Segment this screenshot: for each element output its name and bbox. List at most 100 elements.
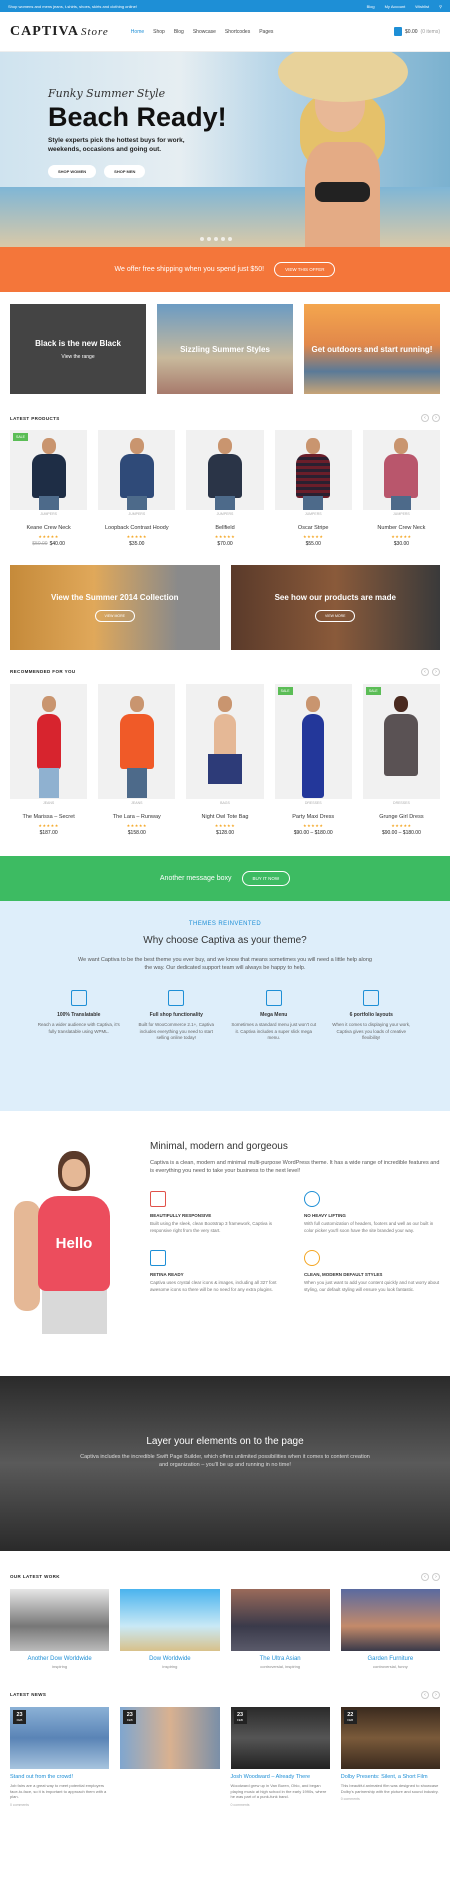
- product-name[interactable]: Keane Crew Neck: [10, 525, 87, 532]
- product-name[interactable]: Grunge Girl Dress: [363, 814, 440, 821]
- prev-arrow-icon[interactable]: ‹: [421, 667, 429, 676]
- next-arrow-icon[interactable]: ›: [432, 414, 440, 422]
- summer-collection-banner[interactable]: View the Summer 2014 Collection VIEW MORE: [10, 564, 220, 650]
- news-image[interactable]: 23 FEB: [230, 1706, 330, 1769]
- sale-badge: SALE: [365, 686, 381, 695]
- feature-item: 100% Translatable Reach a wider audience …: [36, 990, 121, 1042]
- feature-item: Full shop functionality Built for WooComm…: [134, 990, 219, 1042]
- recommended-products: JEANS The Marissa – Secret ★★★★★ $187.00…: [0, 676, 450, 844]
- cart-total: $0.00: [405, 28, 418, 35]
- slider-dots[interactable]: [200, 237, 232, 241]
- product-price: $158.00: [127, 829, 146, 836]
- next-arrow-icon[interactable]: ›: [432, 1572, 440, 1581]
- product-name[interactable]: Loopback Contrast Hoody: [98, 525, 175, 532]
- my-account-link[interactable]: My Account: [385, 4, 406, 9]
- cart[interactable]: $0.00 (0 items): [394, 27, 440, 36]
- news-image[interactable]: 23 FEB: [120, 1706, 220, 1769]
- product-name[interactable]: Oscar Stripe: [275, 525, 352, 532]
- layer-section: Layer your elements on to the page Capti…: [0, 1375, 450, 1551]
- product-card[interactable]: JEANS The Lara – Runway ★★★★★ $158.00: [98, 683, 176, 836]
- prev-arrow-icon[interactable]: ‹: [421, 1572, 429, 1581]
- product-card[interactable]: SALE JUMPERS Keane Crew Neck ★★★★★ $50.0…: [10, 430, 88, 547]
- product-image[interactable]: [186, 430, 264, 510]
- category-tiles: Black is the new Black View the range Siz…: [0, 292, 450, 406]
- tile-running[interactable]: Get outdoors and start running!: [304, 304, 440, 394]
- latest-work-title: OUR LATEST WORK: [10, 1574, 60, 1580]
- view-more-button[interactable]: VIEW MORE: [315, 609, 356, 622]
- product-image[interactable]: SALE: [10, 430, 88, 510]
- product-image[interactable]: [362, 430, 441, 510]
- prev-arrow-icon[interactable]: ‹: [421, 1690, 429, 1699]
- top-blog-link[interactable]: Blog: [367, 4, 375, 9]
- work-item[interactable]: The Ultra Asian controversial, inspiring: [230, 1588, 330, 1669]
- next-arrow-icon[interactable]: ›: [432, 667, 440, 676]
- how-made-banner[interactable]: See how our products are made VIEW MORE: [230, 564, 440, 650]
- news-title[interactable]: Josh Woodward – Already There: [231, 1774, 330, 1780]
- nav-home[interactable]: Home: [131, 29, 144, 35]
- product-name[interactable]: Party Maxi Dress: [275, 814, 352, 821]
- buy-it-now-button[interactable]: BUY IT NOW: [241, 870, 291, 886]
- view-more-button[interactable]: VIEW MORE: [94, 609, 135, 622]
- nav-blog[interactable]: Blog: [174, 29, 184, 35]
- work-item[interactable]: Garden Furniture controversial, funny: [340, 1588, 440, 1669]
- product-card[interactable]: SALE DRESSES Party Maxi Dress ★★★★★ $90.…: [274, 683, 352, 836]
- product-image[interactable]: SALE: [274, 683, 352, 799]
- product-card[interactable]: SALE DRESSES Grunge Girl Dress ★★★★★ $90…: [362, 683, 441, 836]
- product-name[interactable]: Number Crew Neck: [363, 525, 440, 532]
- product-card[interactable]: JUMPERS Bellfield ★★★★★ $70.00: [186, 430, 264, 547]
- next-arrow-icon[interactable]: ›: [432, 1690, 440, 1699]
- news-item[interactable]: 22 FEB Dolby Presents: Silent, a Short Fi…: [340, 1706, 440, 1807]
- prev-arrow-icon[interactable]: ‹: [421, 414, 429, 422]
- why-choose-section: THEMES REINVENTED Why choose Captiva as …: [0, 900, 450, 1111]
- product-card[interactable]: JUMPERS Oscar Stripe ★★★★★ $55.00: [274, 430, 352, 547]
- search-icon[interactable]: ⚲: [439, 4, 442, 9]
- product-card[interactable]: BAGS Night Owl Tote Bag ★★★★★ $128.00: [186, 683, 264, 836]
- product-name[interactable]: Night Owl Tote Bag: [186, 814, 263, 821]
- product-card[interactable]: JEANS The Marissa – Secret ★★★★★ $187.00: [10, 683, 88, 836]
- product-price: $35.00: [129, 540, 145, 547]
- news-item[interactable]: 23 FEB Stand out from the crowd! Job fair…: [10, 1706, 110, 1807]
- wishlist-link[interactable]: Wishlist: [415, 4, 429, 9]
- work-image[interactable]: [340, 1588, 440, 1651]
- product-image[interactable]: [98, 683, 176, 799]
- shop-women-button[interactable]: SHOP WOMEN: [48, 164, 97, 178]
- why-heading: Why choose Captiva as your theme?: [143, 934, 307, 946]
- work-item[interactable]: Dow Worldwide inspiring: [120, 1588, 220, 1669]
- tile-summer[interactable]: Sizzling Summer Styles: [157, 304, 293, 394]
- news-title[interactable]: Stand out from the crowd!: [10, 1774, 109, 1780]
- news-title[interactable]: Dolby Presents: Silent, a Short Film: [341, 1774, 440, 1780]
- logo[interactable]: CAPTIVA Store: [10, 24, 109, 40]
- work-image[interactable]: [120, 1588, 220, 1651]
- product-card[interactable]: JUMPERS Number Crew Neck ★★★★★ $30.00: [362, 430, 441, 547]
- work-item[interactable]: Another Dow Worldwide inspiring: [10, 1588, 110, 1669]
- rating-stars: ★★★★★: [214, 533, 236, 539]
- nav-shortcodes[interactable]: Shortcodes: [225, 29, 250, 35]
- news-item[interactable]: 23 FEB Josh Woodward – Already There Wood…: [230, 1706, 330, 1807]
- work-image[interactable]: [10, 1588, 110, 1651]
- product-image[interactable]: [10, 683, 88, 799]
- tile-black[interactable]: Black is the new Black View the range: [10, 304, 146, 394]
- view-offer-button[interactable]: VIEW THIS OFFER: [274, 262, 336, 277]
- hero-text: Funky Summer Style Beach Ready! Style ex…: [48, 87, 227, 178]
- product-image[interactable]: SALE: [362, 683, 441, 799]
- product-image[interactable]: [274, 430, 352, 510]
- minimal-item: NO HEAVY LIFTING With full customization …: [304, 1191, 440, 1234]
- promo-banners: View the Summer 2014 Collection VIEW MORE…: [0, 555, 450, 660]
- product-card[interactable]: JUMPERS Loopback Contrast Hoody ★★★★★ $3…: [98, 430, 176, 547]
- work-image[interactable]: [230, 1588, 330, 1651]
- nav-shop[interactable]: Shop: [153, 29, 165, 35]
- news-item[interactable]: 23 FEB: [120, 1706, 220, 1807]
- product-name[interactable]: The Lara – Runway: [98, 814, 175, 821]
- nav-showcase[interactable]: Showcase: [193, 29, 216, 35]
- product-name[interactable]: The Marissa – Secret: [10, 814, 87, 821]
- nav-pages[interactable]: Pages: [259, 29, 273, 35]
- product-image[interactable]: [186, 683, 264, 799]
- feature-item: 6 portfolio layouts When it comes to disp…: [329, 990, 414, 1042]
- recommended-title: RECOMMENDED FOR YOU: [10, 669, 76, 675]
- shop-men-button[interactable]: SHOP MEN: [104, 164, 146, 178]
- product-image[interactable]: [98, 430, 176, 510]
- message-box: Another message boxy BUY IT NOW: [0, 855, 450, 901]
- news-image[interactable]: 23 FEB: [10, 1706, 110, 1769]
- product-name[interactable]: Bellfield: [186, 525, 263, 532]
- news-image[interactable]: 22 FEB: [340, 1706, 440, 1769]
